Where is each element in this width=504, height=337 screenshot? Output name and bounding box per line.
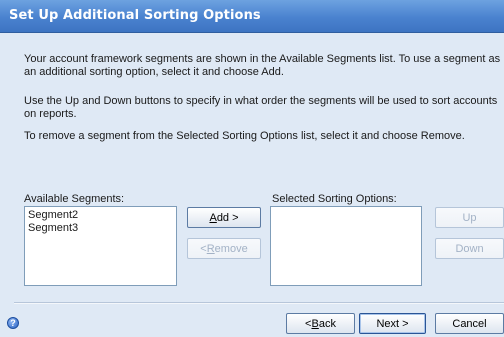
list-item[interactable]: Segment2 <box>27 209 174 222</box>
add-button-label: dd > <box>216 211 239 224</box>
window-title: Set Up Additional Sorting Options <box>9 8 261 23</box>
footer-separator <box>14 302 504 304</box>
remove-button-label: emove <box>214 242 248 255</box>
back-button-mnemonic: B <box>311 317 319 330</box>
down-button[interactable]: Down <box>435 238 504 259</box>
instruction-paragraph-2: Use the Up and Down buttons to specify i… <box>24 95 498 120</box>
list-item[interactable]: Segment3 <box>27 222 174 235</box>
remove-button[interactable]: < Remove <box>187 238 261 259</box>
help-icon[interactable]: ? <box>7 317 19 329</box>
selected-sorting-options-list[interactable] <box>270 206 422 286</box>
available-segments-list[interactable]: Segment2 Segment3 <box>24 206 177 286</box>
title-bar: Set Up Additional Sorting Options <box>0 0 504 33</box>
instruction-paragraph-3: To remove a segment from the Selected So… <box>24 130 465 142</box>
instruction-paragraph-1: Your account framework segments are show… <box>24 53 501 78</box>
back-button[interactable]: < Back <box>286 313 355 334</box>
available-segments-label: Available Segments: <box>24 193 125 205</box>
selected-sorting-options-label: Selected Sorting Options: <box>272 193 397 205</box>
add-button-mnemonic: A <box>209 211 217 224</box>
next-button[interactable]: Next > <box>359 313 426 334</box>
remove-button-mnemonic: R <box>206 242 215 255</box>
add-button[interactable]: Add > <box>187 207 261 228</box>
cancel-button[interactable]: Cancel <box>435 313 504 334</box>
back-button-label: ack <box>318 317 336 330</box>
up-button[interactable]: Up <box>435 207 504 228</box>
